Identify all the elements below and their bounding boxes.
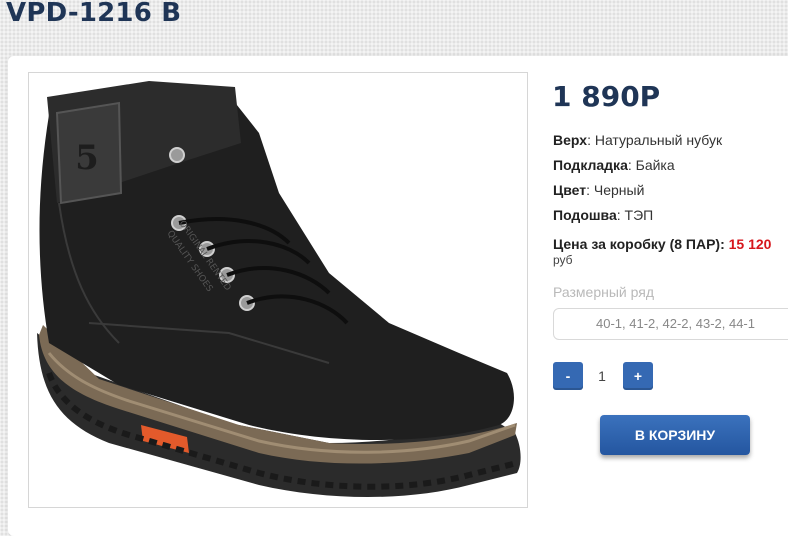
product-price: 1 890Р	[552, 80, 661, 113]
quantity-increase-button[interactable]: +	[623, 362, 653, 390]
box-price-value: 15 120	[728, 236, 772, 252]
spec-sole: Подошва: ТЭП	[553, 207, 654, 223]
size-range-label: Размерный ряд	[553, 284, 655, 300]
add-to-cart-button[interactable]: В КОРЗИНУ	[600, 415, 750, 455]
box-price-unit: руб	[553, 253, 573, 267]
quantity-decrease-button[interactable]: -	[553, 362, 583, 390]
product-image[interactable]: 5 ORIGINAL RENTED QUALITY SHOES	[28, 72, 528, 508]
tongue-logo: 5	[75, 138, 99, 178]
product-title: VPD-1216 B	[6, 0, 182, 28]
box-price: Цена за коробку (8 ПАР): 15 120	[553, 236, 772, 252]
spec-color: Цвет: Черный	[553, 182, 645, 198]
size-range-select[interactable]: 40-1, 41-2, 42-2, 43-2, 44-1	[553, 308, 788, 340]
spec-upper: Верх: Натуральный нубук	[553, 132, 723, 148]
boot-photo-icon: 5 ORIGINAL RENTED QUALITY SHOES	[37, 81, 521, 497]
spec-lining: Подкладка: Байка	[553, 157, 675, 173]
quantity-input[interactable]: 1	[590, 362, 614, 390]
